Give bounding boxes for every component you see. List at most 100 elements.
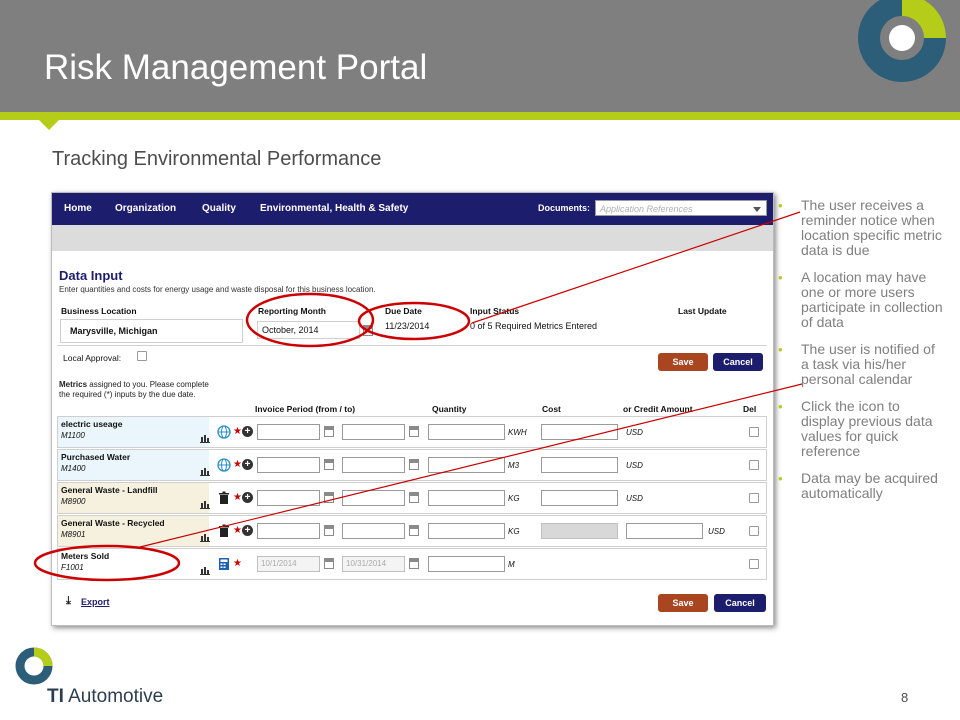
brand-name: Automotive (63, 686, 164, 707)
invoice-to-input[interactable]: 10/31/2014 (342, 556, 405, 572)
invoice-from-input[interactable]: 10/1/2014 (257, 556, 320, 572)
export-link[interactable]: ⤓ Export (66, 595, 110, 607)
unit-label: M (508, 560, 515, 569)
metric-code: F1001 (61, 563, 84, 572)
table-row: electric useage M1100 ★ + KWH USD (57, 416, 767, 448)
metric-name-cell: General Waste - Landfill M8900 (58, 483, 209, 513)
cost-input[interactable] (541, 424, 618, 440)
bar-chart-icon[interactable] (200, 467, 210, 476)
unit-label: KG (508, 494, 520, 503)
metrics-note: Metrics assigned to you. Please complete… (59, 380, 209, 400)
documents-select[interactable]: Application References (595, 200, 767, 216)
currency-label: USD (626, 461, 643, 470)
top-nav: Home Organization Quality Environmental,… (52, 193, 773, 225)
nav-ehs[interactable]: Environmental, Health & Safety (260, 203, 408, 214)
bar-chart-icon[interactable] (200, 533, 210, 542)
cost-input[interactable] (541, 523, 618, 539)
calendar-icon[interactable] (324, 492, 334, 503)
unit-label: M3 (508, 461, 520, 470)
delete-checkbox[interactable] (749, 526, 759, 536)
trash-icon[interactable] (217, 491, 231, 505)
cost-input[interactable] (541, 457, 618, 473)
metric-name-cell: electric useage M1100 (58, 417, 209, 447)
invoice-to-input[interactable] (342, 490, 405, 506)
globe-icon[interactable] (217, 425, 231, 439)
quantity-input[interactable] (428, 523, 505, 539)
metric-name: Purchased Water (61, 452, 131, 462)
invoice-from-input[interactable] (257, 490, 320, 506)
bar-chart-icon[interactable] (200, 500, 210, 509)
invoice-from-input[interactable] (257, 523, 320, 539)
bullet-dot-icon: • (778, 471, 783, 486)
credit-amount-input[interactable] (626, 523, 703, 539)
cost-input[interactable] (541, 490, 618, 506)
calendar-icon[interactable] (409, 492, 419, 503)
slide-title: Risk Management Portal (44, 48, 428, 87)
page-description: Enter quantities and costs for energy us… (59, 285, 376, 294)
brand-wordmark: TI Automotive (47, 686, 163, 708)
calendar-icon[interactable] (324, 558, 334, 569)
invoice-to-input[interactable] (342, 523, 405, 539)
bar-chart-icon[interactable] (200, 434, 210, 443)
nav-home[interactable]: Home (64, 203, 92, 214)
nav-quality[interactable]: Quality (202, 203, 236, 214)
calendar-icon[interactable] (409, 426, 419, 437)
calendar-icon[interactable] (409, 525, 419, 536)
delete-checkbox[interactable] (749, 493, 759, 503)
calendar-icon[interactable] (363, 325, 373, 336)
col-credit-amount: or Credit Amount (623, 404, 693, 414)
unit-label: KWH (508, 428, 527, 437)
calendar-icon[interactable] (324, 426, 334, 437)
calculator-icon[interactable] (217, 557, 231, 571)
globe-icon[interactable] (217, 458, 231, 472)
required-star-icon: ★ (233, 558, 242, 569)
quantity-input[interactable] (428, 490, 505, 506)
delete-checkbox[interactable] (749, 427, 759, 437)
bullet-dot-icon: • (778, 399, 783, 414)
add-icon[interactable]: + (242, 459, 253, 470)
metric-name: General Waste - Landfill (61, 485, 158, 495)
cancel-button[interactable]: Cancel (713, 353, 763, 371)
delete-checkbox[interactable] (749, 460, 759, 470)
add-icon[interactable]: + (242, 492, 253, 503)
bullet-list: • The user receives a reminder notice whe… (778, 198, 943, 513)
due-date-value: 11/23/2014 (385, 321, 430, 331)
calendar-icon[interactable] (409, 459, 419, 470)
delete-checkbox[interactable] (749, 559, 759, 569)
page-number: 8 (901, 690, 909, 705)
save-button-bottom[interactable]: Save (658, 594, 708, 612)
divider (57, 345, 767, 346)
col-delete: Del (743, 404, 757, 414)
documents-select-value: Application References (600, 204, 693, 214)
bullet-item: • A location may have one or more users p… (778, 270, 943, 330)
add-icon[interactable]: + (242, 525, 253, 536)
metric-code: M1100 (61, 431, 85, 440)
calendar-icon[interactable] (324, 525, 334, 536)
bullet-item: • The user receives a reminder notice whe… (778, 198, 943, 258)
invoice-to-input[interactable] (342, 424, 405, 440)
metric-name: General Waste - Recycled (61, 518, 165, 528)
local-approval-checkbox[interactable] (137, 351, 147, 361)
documents-label: Documents: (538, 203, 591, 213)
invoice-to-value: 10/31/2014 (346, 559, 387, 568)
bar-chart-icon[interactable] (200, 566, 210, 575)
cancel-button-bottom[interactable]: Cancel (714, 594, 766, 612)
table-row: General Waste - Landfill M8900 ★ + KG US… (57, 482, 767, 514)
input-status-label: Input Status (470, 306, 520, 316)
app-screenshot: Home Organization Quality Environmental,… (51, 192, 774, 626)
quantity-input[interactable] (428, 556, 505, 572)
quantity-input[interactable] (428, 457, 505, 473)
bullet-dot-icon: • (778, 342, 783, 357)
nav-organization[interactable]: Organization (115, 203, 176, 214)
calendar-icon[interactable] (324, 459, 334, 470)
invoice-to-input[interactable] (342, 457, 405, 473)
invoice-from-input[interactable] (257, 457, 320, 473)
add-icon[interactable]: + (242, 426, 253, 437)
bullet-dot-icon: • (778, 270, 783, 285)
trash-icon[interactable] (217, 524, 231, 538)
invoice-from-input[interactable] (257, 424, 320, 440)
quantity-input[interactable] (428, 424, 505, 440)
save-button[interactable]: Save (658, 353, 708, 371)
calendar-icon[interactable] (409, 558, 419, 569)
table-row: General Waste - Recycled M8901 ★ + KG US… (57, 515, 767, 547)
